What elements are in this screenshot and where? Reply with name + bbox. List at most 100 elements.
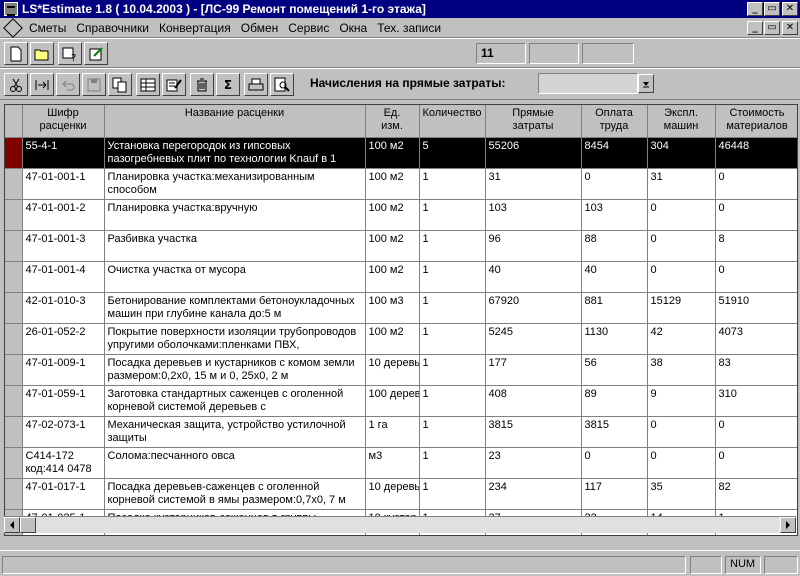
cell-direct-costs[interactable]: 55206 (485, 137, 582, 169)
cell-code[interactable]: 47-01-001-3 (22, 230, 105, 262)
cell-quantity[interactable]: 1 (419, 323, 486, 355)
cell-machines[interactable]: 0 (647, 447, 716, 479)
cell-direct-costs[interactable]: 67920 (485, 292, 582, 324)
cell-name[interactable]: Очистка участка от мусора (104, 261, 366, 293)
cell-code[interactable]: 55-4-1 (22, 137, 105, 169)
scrollbar-thumb[interactable] (20, 517, 36, 533)
menu-konvertaciya[interactable]: Конвертация (154, 21, 236, 35)
header-materials[interactable]: Стоимость материалов (715, 105, 797, 138)
cell-quantity[interactable]: 5 (419, 137, 486, 169)
table-row[interactable]: 47-01-009-1 Посадка деревьев и кустарнико… (5, 354, 797, 386)
delete-icon[interactable] (190, 73, 214, 96)
cell-name[interactable]: Посадка деревьев и кустарников с комом з… (104, 354, 366, 386)
chevron-down-icon[interactable] (638, 74, 654, 93)
cell-unit[interactable]: 100 м2 (365, 137, 420, 169)
cell-quantity[interactable]: 1 (419, 416, 486, 448)
cell-labor[interactable]: 103 (581, 199, 648, 231)
cell-machines[interactable]: 0 (647, 416, 716, 448)
row-indicator[interactable] (5, 385, 23, 417)
cell-materials[interactable]: 4073 (715, 323, 797, 355)
app-icon[interactable] (4, 2, 18, 16)
cell-labor[interactable]: 0 (581, 168, 648, 200)
cell-code[interactable]: 47-01-017-1 (22, 478, 105, 510)
cell-materials[interactable]: 8 (715, 230, 797, 262)
cell-direct-costs[interactable]: 23 (485, 447, 582, 479)
sum-icon[interactable]: Σ (216, 73, 240, 96)
child-restore-button[interactable]: ▭ (764, 21, 780, 35)
table-row[interactable]: С414-172 код:414 0478 Солома:песчанного о… (5, 447, 797, 479)
menu-smety[interactable]: Сметы (24, 21, 71, 35)
cell-quantity[interactable]: 1 (419, 447, 486, 479)
cell-machines[interactable]: 0 (647, 261, 716, 293)
cell-quantity[interactable]: 1 (419, 261, 486, 293)
print-icon[interactable] (244, 73, 268, 96)
cell-machines[interactable]: 9 (647, 385, 716, 417)
row-indicator[interactable] (5, 354, 23, 386)
header-code[interactable]: Шифр расценки (22, 105, 105, 138)
scroll-right-icon[interactable] (780, 517, 796, 533)
cell-quantity[interactable]: 1 (419, 230, 486, 262)
row-indicator[interactable] (5, 199, 23, 231)
header-name[interactable]: Название расценки (104, 105, 366, 138)
cell-direct-costs[interactable]: 96 (485, 230, 582, 262)
cell-machines[interactable]: 42 (647, 323, 716, 355)
menu-okna[interactable]: Окна (334, 21, 372, 35)
cell-labor[interactable]: 88 (581, 230, 648, 262)
row-indicator[interactable] (5, 137, 23, 169)
cell-labor[interactable]: 0 (581, 447, 648, 479)
cell-unit[interactable]: 100 м2 (365, 261, 420, 293)
cell-labor[interactable]: 3815 (581, 416, 648, 448)
table-row[interactable]: 47-01-001-1 Планировка участка:механизиро… (5, 168, 797, 200)
cell-labor[interactable]: 881 (581, 292, 648, 324)
cell-code[interactable]: 47-01-001-4 (22, 261, 105, 293)
cell-direct-costs[interactable]: 40 (485, 261, 582, 293)
cell-materials[interactable]: 82 (715, 478, 797, 510)
cell-code[interactable]: С414-172 код:414 0478 (22, 447, 105, 479)
accruals-dropdown[interactable] (538, 73, 638, 94)
cell-code[interactable]: 42-01-010-3 (22, 292, 105, 324)
row-indicator[interactable] (5, 292, 23, 324)
table-row[interactable]: 47-02-073-1 Механическая защита, устройст… (5, 416, 797, 448)
save-icon[interactable] (82, 73, 106, 96)
cell-direct-costs[interactable]: 234 (485, 478, 582, 510)
child-minimize-button[interactable]: _ (747, 21, 763, 35)
cell-unit[interactable]: 1 га (365, 416, 420, 448)
row-indicator[interactable] (5, 261, 23, 293)
cell-unit[interactable]: м3 (365, 447, 420, 479)
cell-unit[interactable]: 100 м2 (365, 230, 420, 262)
table-row[interactable]: 47-01-017-1 Посадка деревьев-саженцев с о… (5, 478, 797, 510)
row-indicator[interactable] (5, 168, 23, 200)
cell-code[interactable]: 47-02-073-1 (22, 416, 105, 448)
cell-materials[interactable]: 310 (715, 385, 797, 417)
menu-servis[interactable]: Сервис (283, 21, 334, 35)
cell-direct-costs[interactable]: 3815 (485, 416, 582, 448)
cell-unit[interactable]: 100 м3 (365, 292, 420, 324)
edit-icon[interactable] (162, 73, 186, 96)
cell-machines[interactable]: 0 (647, 230, 716, 262)
copy-icon[interactable] (108, 73, 132, 96)
cell-code[interactable]: 47-01-059-1 (22, 385, 105, 417)
cell-machines[interactable]: 38 (647, 354, 716, 386)
cell-machines[interactable]: 0 (647, 199, 716, 231)
undo-icon[interactable] (56, 73, 80, 96)
document-menu-icon[interactable] (3, 17, 23, 38)
cell-machines[interactable]: 304 (647, 137, 716, 169)
cell-unit[interactable]: 10 деревь (365, 354, 420, 386)
cell-labor[interactable]: 40 (581, 261, 648, 293)
table-row[interactable]: 47-01-001-2 Планировка участка:вручную 100… (5, 199, 797, 231)
cell-direct-costs[interactable]: 103 (485, 199, 582, 231)
header-unit[interactable]: Ед. изм. (365, 105, 420, 138)
child-close-button[interactable]: ✕ (782, 21, 798, 35)
cell-labor[interactable]: 89 (581, 385, 648, 417)
menu-spravochniki[interactable]: Справочники (71, 21, 154, 35)
cell-code[interactable]: 26-01-052-2 (22, 323, 105, 355)
cell-unit[interactable]: 100 м2 (365, 168, 420, 200)
new-document-icon[interactable] (4, 42, 28, 65)
row-indicator[interactable] (5, 447, 23, 479)
cell-direct-costs[interactable]: 31 (485, 168, 582, 200)
cell-name[interactable]: Установка перегородок из гипсовых пазогр… (104, 137, 366, 169)
table-row[interactable]: 47-01-001-4 Очистка участка от мусора 100 … (5, 261, 797, 293)
table-row[interactable]: 26-01-052-2 Покрытие поверхности изоляции… (5, 323, 797, 355)
cell-labor[interactable]: 56 (581, 354, 648, 386)
cell-direct-costs[interactable]: 408 (485, 385, 582, 417)
